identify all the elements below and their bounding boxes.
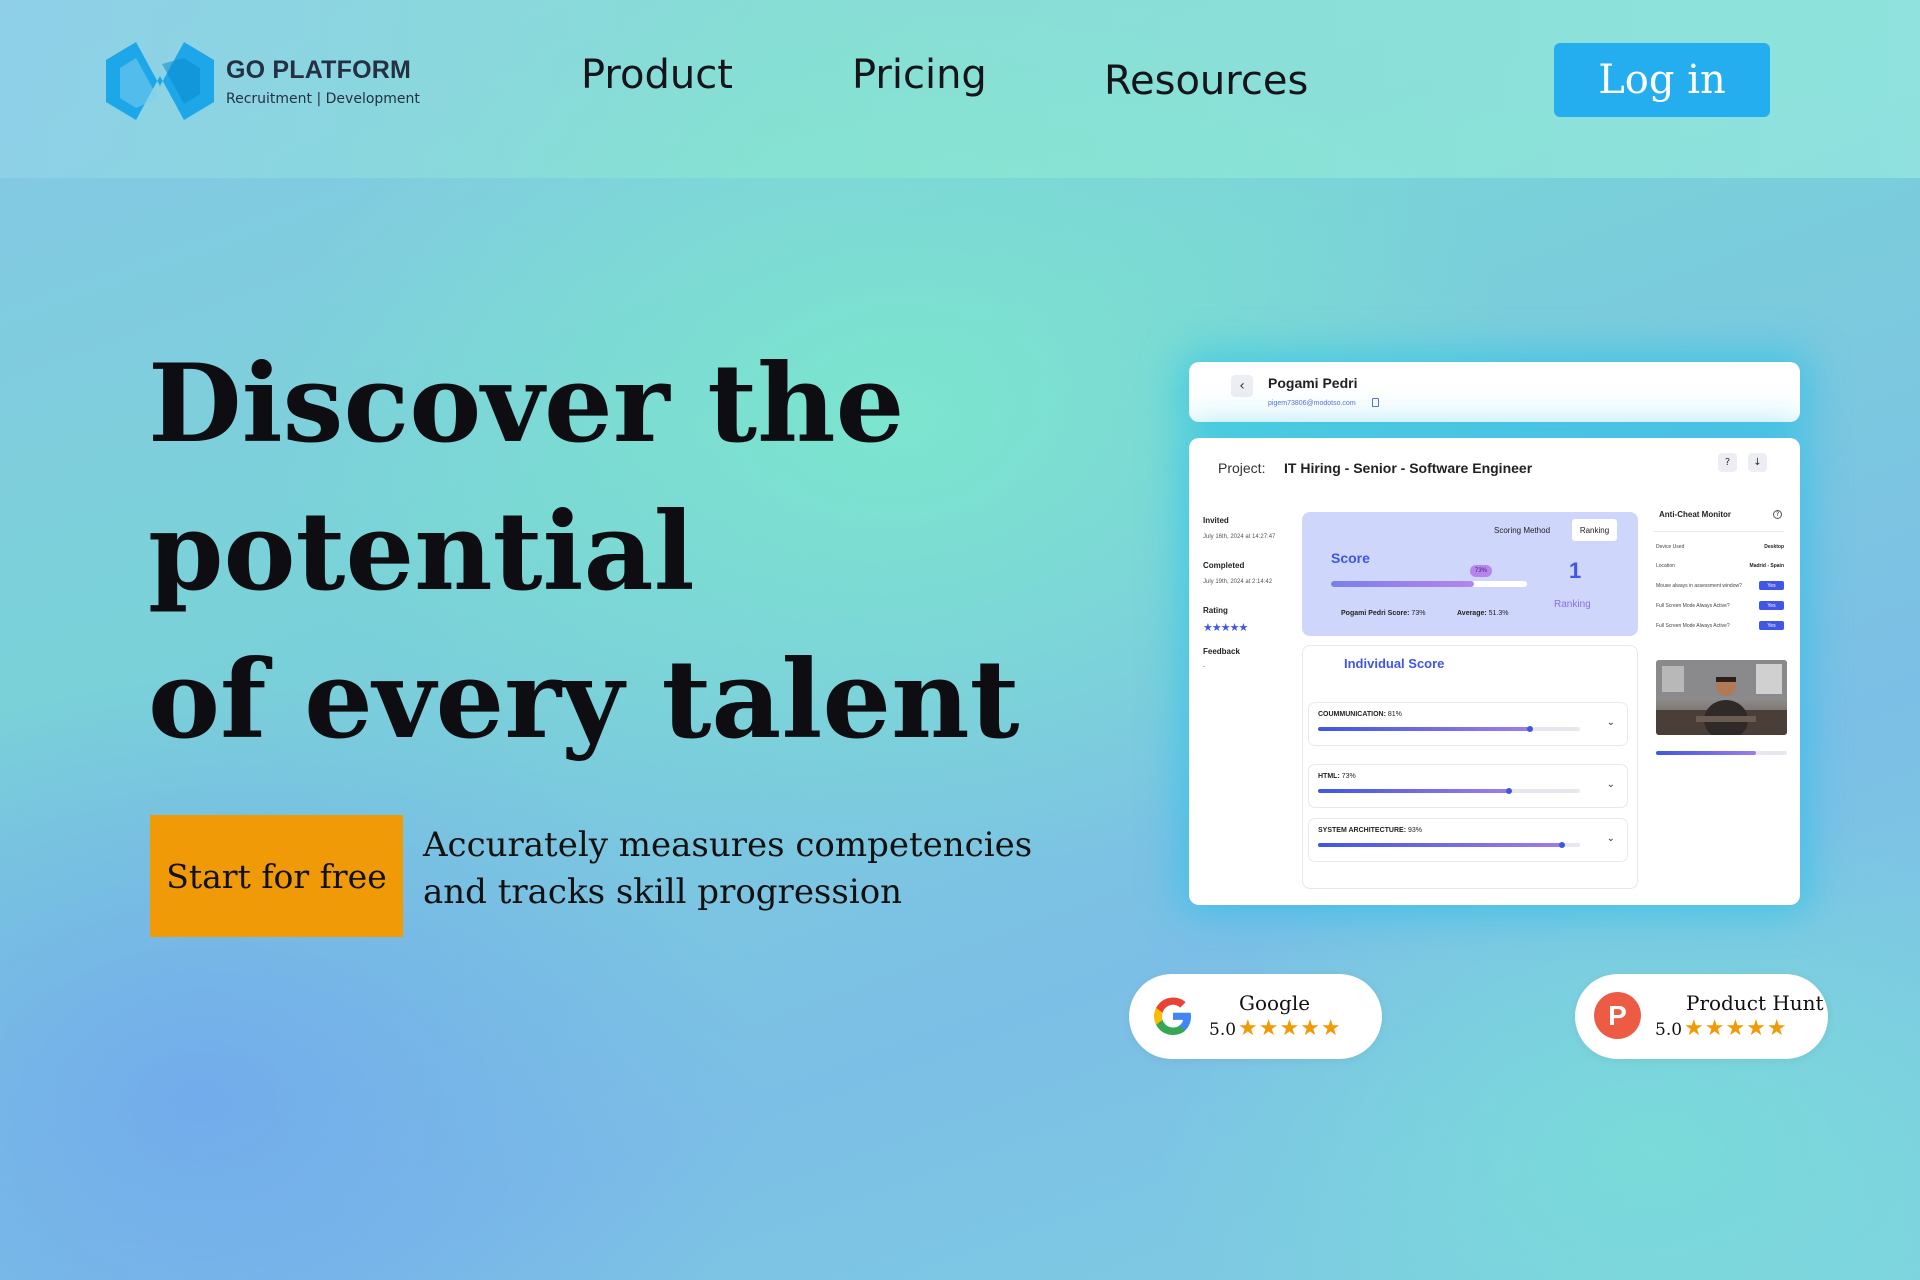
- skill-label: HTML: 73%: [1318, 773, 1356, 780]
- review-score: 5.0: [1209, 1020, 1237, 1040]
- go-platform-logo-icon: [106, 42, 214, 120]
- hero-headline: Discover the potential of every talent: [148, 330, 1068, 774]
- review-stars: ★★★★★: [1238, 1016, 1342, 1041]
- start-for-free-button[interactable]: Start for free: [150, 815, 403, 937]
- ranking-label: Ranking: [1554, 599, 1591, 610]
- chevron-down-icon[interactable]: ⌄: [1607, 779, 1615, 790]
- back-arrow-icon[interactable]: ‹: [1231, 375, 1253, 397]
- copy-icon[interactable]: [1372, 398, 1379, 407]
- feedback-value: -: [1203, 664, 1205, 670]
- skill-label: SYSTEM ARCHITECTURE: 93%: [1318, 827, 1422, 834]
- chevron-down-icon[interactable]: ⌄: [1607, 717, 1615, 728]
- rating-label: Rating: [1203, 606, 1228, 615]
- completed-label: Completed: [1203, 561, 1245, 570]
- hero-subtitle: Accurately measures competencies and tra…: [423, 822, 1043, 916]
- brand-name: GO PLATFORM: [226, 55, 412, 84]
- product-hunt-review-badge[interactable]: P Product Hunt 5.0 ★★★★★: [1575, 974, 1828, 1059]
- webcam-progress-bar: [1656, 751, 1787, 755]
- score-title: Score: [1331, 550, 1370, 566]
- webcam-person-image: [1656, 660, 1787, 735]
- anti-cheat-row: Full Screen Mode Always Active? Yes: [1656, 621, 1784, 632]
- help-icon[interactable]: ?: [1718, 453, 1737, 472]
- skill-progress-bar: [1318, 788, 1580, 794]
- candidate-report-card: Project: IT Hiring - Senior - Software E…: [1189, 438, 1800, 905]
- skill-label: COUMMUNICATION: 81%: [1318, 711, 1402, 718]
- anti-cheat-row: Mouse always in assessment window? Yes: [1656, 581, 1784, 592]
- anti-cheat-row: Location Madrid - Spain: [1656, 563, 1784, 569]
- nav-link-resources[interactable]: Resources: [1104, 58, 1308, 104]
- anti-cheat-title: Anti-Cheat Monitor: [1659, 510, 1731, 519]
- scoring-method-select[interactable]: Ranking: [1572, 519, 1617, 541]
- divider: [1654, 531, 1784, 532]
- skill-progress-bar: [1318, 726, 1580, 732]
- top-navigation: GO PLATFORM Recruitment | Development Pr…: [0, 0, 1920, 178]
- review-stars: ★★★★★: [1684, 1016, 1788, 1041]
- invited-date: July 16th, 2024 at 14:27:47: [1203, 534, 1276, 540]
- webcam-snapshot: [1656, 660, 1787, 735]
- candidate-score-text: Pogami Pedri Score: 73%: [1341, 610, 1426, 617]
- subtitle-line: Accurately measures competencies: [423, 825, 1033, 865]
- score-panel: Scoring Method Ranking Score 73% Pogami …: [1302, 512, 1638, 636]
- average-score-text: Average: 51.3%: [1457, 610, 1509, 617]
- project-label: Project:: [1218, 460, 1266, 476]
- brand-logo[interactable]: GO PLATFORM Recruitment | Development: [106, 42, 420, 120]
- status-badge: Yes: [1759, 601, 1784, 610]
- candidate-header-card: ‹ Pogami Pedri pigem73806@modotso.com: [1189, 362, 1800, 422]
- individual-score-panel: Individual Score COUMMUNICATION: 81% ⌄ H…: [1302, 645, 1638, 889]
- headline-line: Discover the: [148, 341, 905, 467]
- anti-cheat-row: Full Screen Mode Always Active? Yes: [1656, 601, 1784, 612]
- headline-line: of every talent: [148, 637, 1020, 763]
- candidate-email: pigem73806@modotso.com: [1268, 400, 1356, 407]
- download-icon[interactable]: ↓: [1748, 453, 1767, 472]
- chevron-down-icon[interactable]: ⌄: [1607, 833, 1615, 844]
- completed-date: July 19th, 2024 at 2:14:42: [1203, 579, 1273, 585]
- project-name: IT Hiring - Senior - Software Engineer: [1284, 460, 1533, 476]
- feedback-label: Feedback: [1203, 647, 1240, 656]
- google-review-badge[interactable]: Google 5.0 ★★★★★: [1129, 974, 1382, 1059]
- skill-progress-bar: [1318, 842, 1580, 848]
- webcam-progress-fill: [1656, 751, 1756, 755]
- anti-cheat-row: Device Used Desktop: [1656, 544, 1784, 550]
- skill-progress-fill: [1318, 788, 1513, 794]
- login-button[interactable]: Log in: [1554, 43, 1770, 117]
- ranking-number: 1: [1569, 558, 1582, 583]
- scoring-method-label: Scoring Method: [1494, 526, 1551, 535]
- skill-row[interactable]: SYSTEM ARCHITECTURE: 93% ⌄: [1308, 818, 1628, 862]
- review-score: 5.0: [1655, 1020, 1683, 1040]
- individual-score-title: Individual Score: [1344, 656, 1445, 671]
- score-percent-badge: 73%: [1470, 565, 1492, 577]
- headline-line: potential: [148, 489, 695, 615]
- status-badge: Yes: [1759, 621, 1784, 630]
- nav-link-product[interactable]: Product: [581, 52, 733, 98]
- nav-link-pricing[interactable]: Pricing: [852, 52, 987, 98]
- google-g-icon: [1154, 997, 1191, 1035]
- review-platform-name: Google: [1239, 991, 1311, 1015]
- invited-label: Invited: [1203, 516, 1229, 525]
- candidate-name: Pogami Pedri: [1268, 375, 1358, 391]
- rating-stars: ★★★★★: [1203, 621, 1248, 634]
- skill-row[interactable]: HTML: 73% ⌄: [1308, 764, 1628, 808]
- skill-progress-fill: [1318, 842, 1565, 848]
- status-badge: Yes: [1759, 581, 1784, 590]
- product-hunt-icon: P: [1594, 992, 1641, 1039]
- help-icon[interactable]: ?: [1773, 510, 1782, 519]
- score-progress-fill: [1331, 581, 1475, 587]
- score-progress-bar: [1331, 581, 1527, 587]
- skill-progress-fill: [1318, 726, 1534, 732]
- review-platform-name: Product Hunt: [1686, 991, 1824, 1015]
- skill-row[interactable]: COUMMUNICATION: 81% ⌄: [1308, 702, 1628, 746]
- brand-tagline: Recruitment | Development: [226, 90, 420, 107]
- subtitle-line: and tracks skill progression: [423, 872, 903, 912]
